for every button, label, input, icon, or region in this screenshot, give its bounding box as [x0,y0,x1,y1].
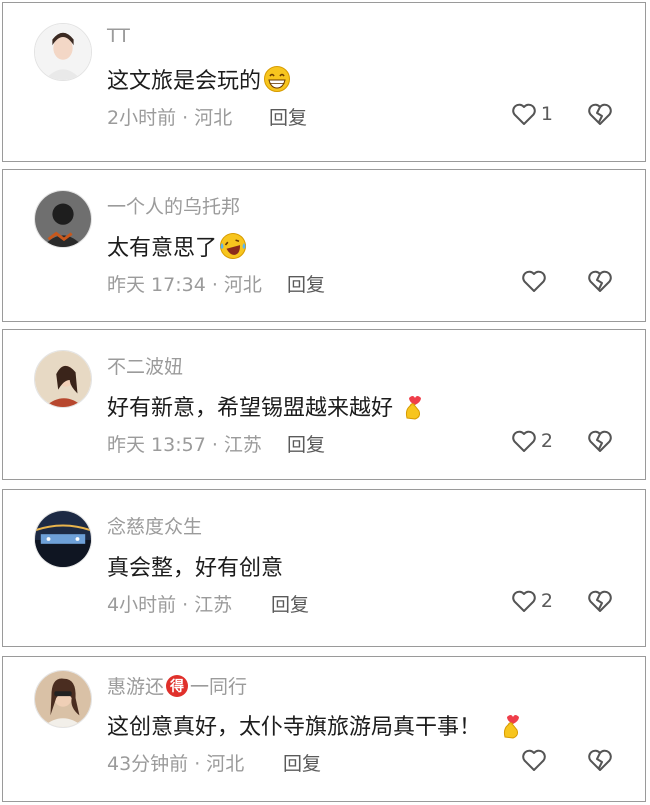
avatar[interactable] [34,510,92,568]
avatar[interactable] [34,23,92,81]
dislike-button[interactable] [586,428,614,454]
comment-text-row: 真会整，好有创意 [107,550,283,582]
broken-heart-icon [588,590,612,612]
comment-card: 惠游还 得 一同行 这创意真好，太仆寺旗旅游局真干事！ 43分钟前 · 河北 回… [2,656,646,802]
comment-card: 一个人的乌托邦 太有意思了 昨天 17:34 · 河北 回复 [2,169,646,322]
avatar[interactable] [34,670,92,728]
heart-outline-icon [512,103,536,125]
heart-outline-icon [512,590,536,612]
like-button[interactable] [520,268,551,294]
broken-heart-icon [588,430,612,452]
broken-heart-icon [588,749,612,771]
heart-outline-icon [522,749,546,771]
avatar[interactable] [34,190,92,248]
comment-meta: 4小时前 · 江苏 [107,594,233,616]
username[interactable]: TT [107,25,130,47]
avatar[interactable] [34,350,92,408]
comment-text: 这创意真好，太仆寺旗旅游局真干事！ [107,715,482,740]
reply-button[interactable]: 回复 [287,270,325,297]
comment-text: 真会整，好有创意 [107,556,284,581]
heart-outline-icon [512,430,536,452]
reply-button[interactable]: 回复 [269,103,307,130]
comment-text: 好有新意，希望锡盟越来越好 [107,396,394,421]
comment-meta: 43分钟前 · 河北 [107,753,245,775]
like-count: 2 [540,590,553,612]
like-count: 2 [540,430,553,452]
username-row: 惠游还 得 一同行 [107,672,247,699]
comment-card: TT 这文旅是会玩的 2小时前 · 河北 回复 1 [2,2,646,162]
reply-button[interactable]: 回复 [271,590,309,617]
reply-button[interactable]: 回复 [287,430,325,457]
reply-button[interactable]: 回复 [283,749,321,776]
username[interactable]: 念慈度众生 [107,512,202,539]
username[interactable]: 惠游还 得 一同行 [107,672,247,699]
comment-meta: 昨天 13:57 · 江苏 [107,434,262,456]
like-button[interactable]: 1 [510,101,553,127]
comment-meta: 2小时前 · 河北 [107,107,233,129]
comment-text-row: 这创意真好，太仆寺旗旅游局真干事！ [107,709,525,741]
dislike-button[interactable] [586,268,614,294]
grinning-emoji-icon [263,65,291,93]
like-button[interactable]: 2 [510,428,553,454]
comment-card: 不二波妞 好有新意，希望锡盟越来越好 昨天 13:57 · 江苏 回复 2 [2,329,646,480]
username-prefix: 惠游还 [107,676,165,698]
finger-heart-emoji-icon [497,711,525,739]
laughing-tears-emoji-icon [219,232,247,260]
heart-outline-icon [522,270,546,292]
username-suffix: 一同行 [190,676,248,698]
dislike-button[interactable] [586,747,614,773]
comment-text-row: 这文旅是会玩的 [107,63,291,95]
dislike-button[interactable] [586,588,614,614]
finger-heart-emoji-icon [399,392,427,420]
like-button[interactable] [520,747,551,773]
comment-card: 念慈度众生 真会整，好有创意 4小时前 · 江苏 回复 2 [2,489,646,647]
comment-meta: 昨天 17:34 · 河北 [107,274,262,296]
like-count: 1 [540,103,553,125]
dislike-button[interactable] [586,101,614,127]
like-button[interactable]: 2 [510,588,553,614]
comment-text: 这文旅是会玩的 [107,69,262,94]
username[interactable]: 不二波妞 [107,352,183,379]
level-badge-icon: 得 [166,674,189,697]
broken-heart-icon [588,103,612,125]
comment-text-row: 太有意思了 [107,230,247,262]
comment-text: 太有意思了 [107,236,218,261]
broken-heart-icon [588,270,612,292]
username[interactable]: 一个人的乌托邦 [107,192,240,219]
comment-text-row: 好有新意，希望锡盟越来越好 [107,390,427,422]
